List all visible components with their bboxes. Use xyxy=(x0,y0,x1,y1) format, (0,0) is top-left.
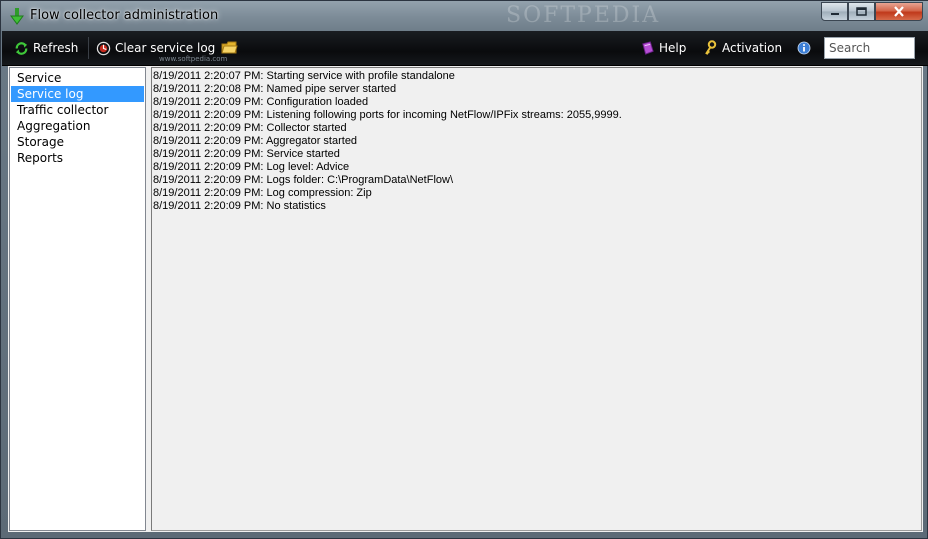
service-log-view[interactable]: 8/19/2011 2:20:07 PM: Starting service w… xyxy=(151,67,922,531)
maximize-icon xyxy=(856,7,867,16)
log-line: 8/19/2011 2:20:09 PM: No statistics xyxy=(153,200,326,212)
caption-buttons xyxy=(821,2,923,21)
sidebar-item-aggregation[interactable]: Aggregation xyxy=(11,118,144,134)
watermark: SOFTPEDIA xyxy=(506,3,661,28)
activation-button[interactable]: Activation xyxy=(704,39,782,57)
refresh-label: Refresh xyxy=(33,41,79,55)
title-bar[interactable]: Flow collector administration SOFTPEDIA xyxy=(1,1,928,31)
log-line: 8/19/2011 2:20:08 PM: Named pipe server … xyxy=(153,83,397,95)
key-icon xyxy=(705,40,717,55)
sidebar-item-service-log[interactable]: Service log xyxy=(11,86,144,102)
toolbar: Refresh Clear service log www.softpedia.… xyxy=(2,31,928,66)
sidebar-item-reports[interactable]: Reports xyxy=(11,150,144,166)
minimize-button[interactable] xyxy=(821,2,848,21)
sidebar-item-storage[interactable]: Storage xyxy=(11,134,144,150)
log-line: 8/19/2011 2:20:09 PM: Service started xyxy=(153,148,340,160)
log-line: 8/19/2011 2:20:07 PM: Starting service w… xyxy=(153,70,455,82)
log-line: 8/19/2011 2:20:09 PM: Collector started xyxy=(153,122,347,134)
log-line: 8/19/2011 2:20:09 PM: Log level: Advice xyxy=(153,161,350,173)
refresh-icon xyxy=(15,41,28,55)
close-button[interactable] xyxy=(875,2,923,21)
help-label: Help xyxy=(659,41,687,55)
sidebar-item-traffic-collector[interactable]: Traffic collector xyxy=(11,102,144,118)
maximize-button[interactable] xyxy=(848,2,875,21)
app-icon xyxy=(10,8,24,25)
sidebar-nav: Service Service log Traffic collector Ag… xyxy=(9,67,146,531)
log-line: 8/19/2011 2:20:09 PM: Configuration load… xyxy=(153,96,369,108)
softpedia-url: www.softpedia.com xyxy=(159,55,228,63)
refresh-button[interactable]: Refresh xyxy=(14,39,78,57)
clear-log-icon xyxy=(96,41,111,55)
help-button[interactable]: Help xyxy=(640,39,686,57)
activation-label: Activation xyxy=(722,41,783,55)
info-icon xyxy=(797,41,811,55)
log-line: 8/19/2011 2:20:09 PM: Aggregator started xyxy=(153,135,358,147)
clear-service-log-label: Clear service log xyxy=(115,41,216,55)
log-line: 8/19/2011 2:20:09 PM: Logs folder: C:\Pr… xyxy=(153,174,454,186)
sidebar-item-service[interactable]: Service xyxy=(11,70,144,86)
folder-icon xyxy=(221,41,238,54)
help-book-icon xyxy=(642,40,654,55)
search-input[interactable] xyxy=(824,37,915,59)
window-title: Flow collector administration xyxy=(30,8,219,23)
close-icon xyxy=(894,6,904,17)
info-button[interactable] xyxy=(797,39,815,57)
minimize-icon xyxy=(830,12,839,15)
log-line: 8/19/2011 2:20:09 PM: Listening followin… xyxy=(153,109,622,121)
log-line: 8/19/2011 2:20:09 PM: Log compression: Z… xyxy=(153,187,372,199)
toolbar-separator xyxy=(88,37,89,59)
app-window: Flow collector administration SOFTPEDIA … xyxy=(0,0,928,539)
sidebar-list: Service Service log Traffic collector Ag… xyxy=(10,68,145,166)
